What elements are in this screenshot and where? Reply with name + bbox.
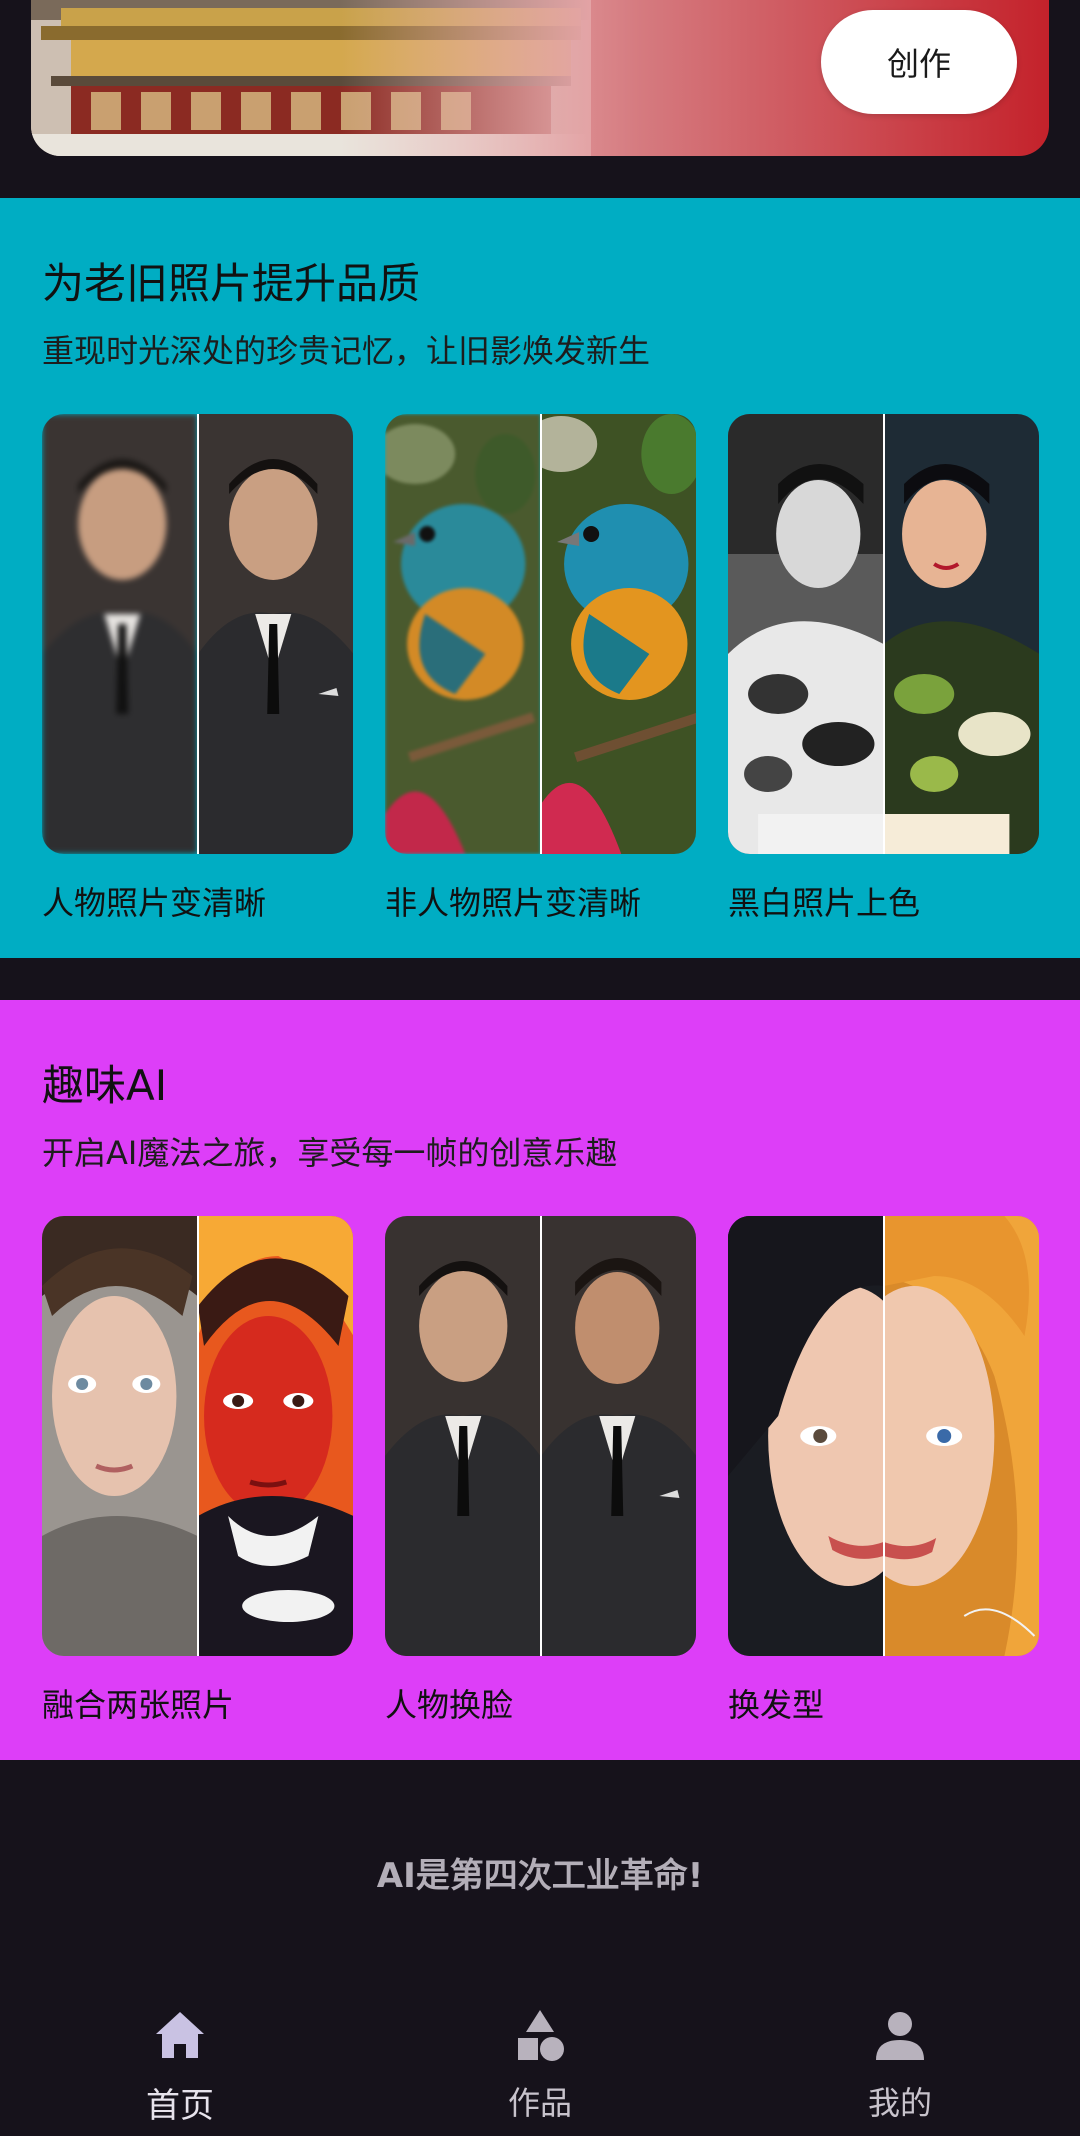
nav-item-home[interactable]: 首页	[80, 2008, 280, 2128]
shapes-icon	[518, 2010, 564, 2061]
split-divider	[882, 414, 885, 854]
split-divider	[539, 414, 542, 854]
after-image	[540, 414, 696, 854]
before-image	[385, 1216, 541, 1656]
feature-card-hairstyle[interactable]: 换发型	[728, 1216, 1039, 1724]
palace-image	[31, 0, 591, 156]
tagline: AI是第四次工业革命!	[376, 1856, 704, 1896]
feature-cards: 人物照片变清晰 非人物照片变清晰 黑白照片上色	[42, 414, 1039, 922]
section-subtitle: 重现时光深处的珍贵记忆，让旧影焕发新生	[42, 332, 651, 370]
before-after-image	[42, 1216, 353, 1656]
before-after-image	[728, 1216, 1039, 1656]
after-image	[197, 1216, 353, 1656]
home-icon	[156, 2012, 204, 2058]
feature-card-merge-photos[interactable]: 融合两张照片	[42, 1216, 353, 1724]
section-title: 为老旧照片提升品质	[42, 259, 421, 308]
feature-cards: 融合两张照片 人物换脸 换发型	[42, 1216, 1039, 1724]
restore-section: 为老旧照片提升品质 重现时光深处的珍贵记忆，让旧影焕发新生 人物照片变清晰 非人…	[0, 198, 1080, 958]
before-image	[42, 414, 198, 854]
after-image	[540, 1216, 696, 1656]
before-image	[385, 414, 541, 854]
bottom-nav: 首页 作品 我的	[0, 1970, 1080, 2136]
card-label: 非人物照片变清晰	[385, 884, 642, 922]
before-after-image	[42, 414, 353, 854]
nav-item-mine[interactable]: 我的	[800, 2008, 1000, 2128]
nav-label: 我的	[867, 2084, 932, 2122]
before-after-image	[385, 414, 696, 854]
section-subtitle: 开启AI魔法之旅，享受每一帧的创意乐趣	[42, 1134, 618, 1172]
split-divider	[882, 1216, 885, 1656]
before-after-image	[728, 414, 1039, 854]
nav-label: 作品	[507, 2084, 572, 2122]
split-divider	[196, 414, 199, 854]
feature-card-portrait-sharpen[interactable]: 人物照片变清晰	[42, 414, 353, 922]
before-image	[728, 1216, 884, 1656]
top-banner[interactable]: 创作	[31, 0, 1049, 156]
feature-card-colorize[interactable]: 黑白照片上色	[728, 414, 1039, 922]
card-label: 融合两张照片	[42, 1686, 235, 1724]
after-image	[883, 1216, 1039, 1656]
card-label: 黑白照片上色	[728, 884, 921, 922]
after-image	[883, 414, 1039, 854]
nav-item-works[interactable]: 作品	[440, 2008, 640, 2128]
feature-card-object-sharpen[interactable]: 非人物照片变清晰	[385, 414, 696, 922]
card-label: 人物换脸	[385, 1686, 514, 1724]
before-image	[42, 1216, 198, 1656]
fun-ai-section: 趣味AI 开启AI魔法之旅，享受每一帧的创意乐趣 融合两张照片 人物换脸 换发型	[0, 1000, 1080, 1760]
nav-label: 首页	[146, 2086, 214, 2126]
feature-card-face-swap[interactable]: 人物换脸	[385, 1216, 696, 1724]
section-title: 趣味AI	[42, 1061, 168, 1110]
before-after-image	[385, 1216, 696, 1656]
split-divider	[196, 1216, 199, 1656]
split-divider	[539, 1216, 542, 1656]
after-image	[197, 414, 353, 854]
before-image	[728, 414, 884, 854]
card-label: 换发型	[728, 1686, 825, 1724]
card-label: 人物照片变清晰	[42, 884, 267, 922]
create-button[interactable]: 创作	[821, 10, 1017, 114]
person-icon	[876, 2012, 924, 2060]
